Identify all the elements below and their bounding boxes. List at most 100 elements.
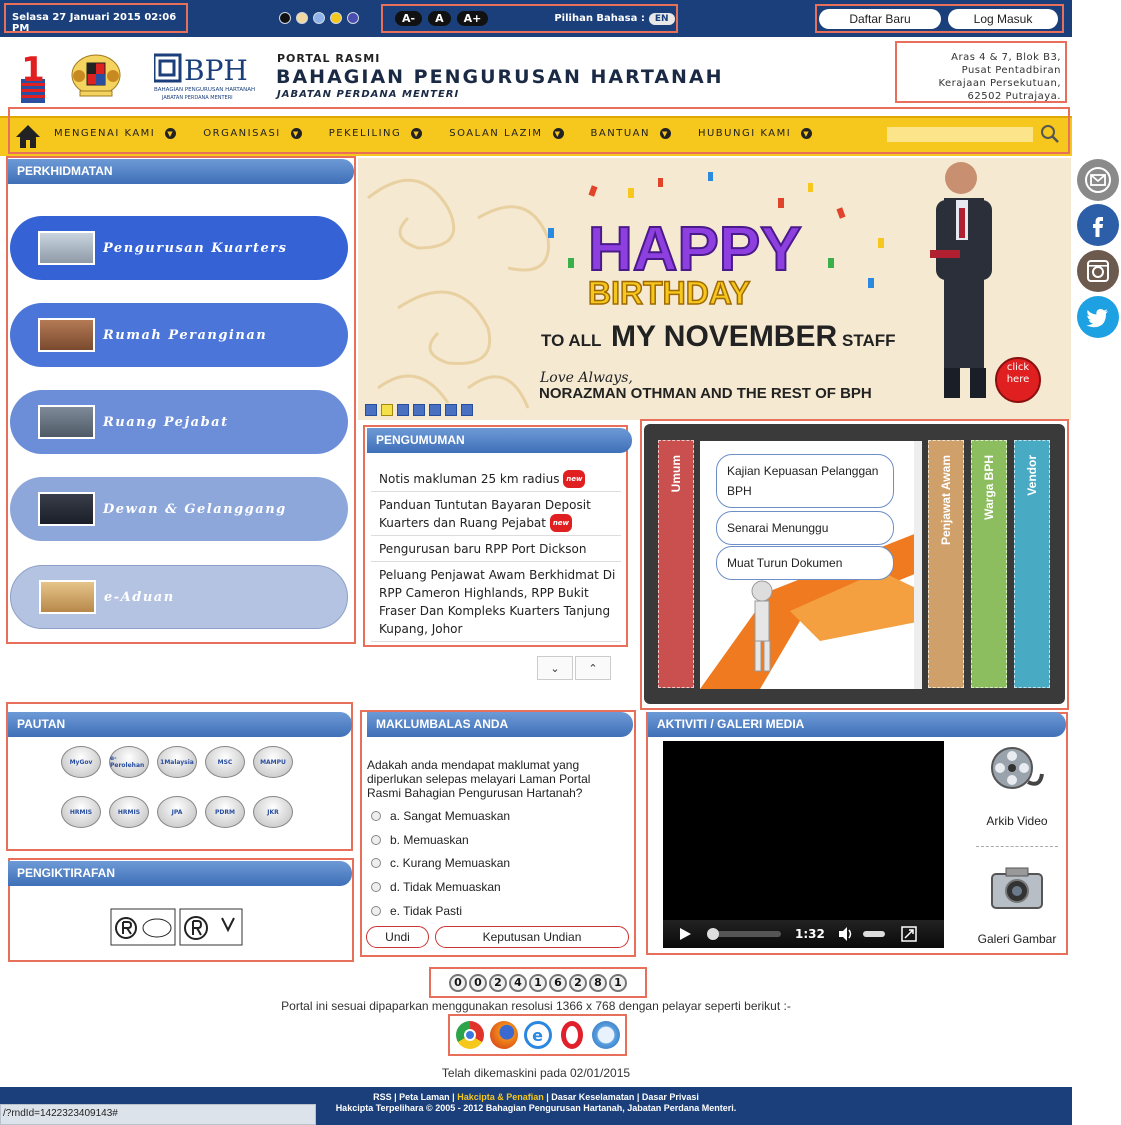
photo-gallery-link[interactable]: Galeri Gambar <box>975 932 1059 946</box>
font-decrease-button[interactable]: A- <box>395 11 423 26</box>
poll-results-button[interactable]: Keputusan Undian <box>435 926 629 948</box>
chevron-down-icon: ▼ <box>552 128 564 139</box>
government-crest-logo <box>71 54 121 97</box>
nav-item-hubungi-kami[interactable]: HUBUNGI KAMI ▼ <box>698 128 813 139</box>
home-icon[interactable] <box>14 123 42 149</box>
search-input[interactable] <box>887 127 1033 142</box>
footer-link-copyright[interactable]: Hakcipta & Penafian <box>457 1092 544 1102</box>
feedback-option-c[interactable]: c. Kurang Memuaskan <box>371 856 510 870</box>
theme-color-yellow[interactable] <box>330 12 342 24</box>
footer-link-rss[interactable]: RSS <box>373 1092 392 1102</box>
tab-label: Umum <box>669 455 683 493</box>
recognition-heading: PENGIKTIRAFAN <box>8 861 352 886</box>
vote-button[interactable]: Undi <box>366 926 429 948</box>
font-normal-button[interactable]: A <box>428 11 451 26</box>
link-badge-hrmis[interactable]: HRMIS <box>61 796 101 828</box>
search-icon[interactable] <box>1040 124 1060 144</box>
theme-color-lightblue[interactable] <box>313 12 325 24</box>
link-badge-1malaysia[interactable]: 1Malaysia <box>157 746 197 778</box>
link-badge-mygov[interactable]: MyGov <box>61 746 101 778</box>
banner-love-text: Love Always, <box>539 370 633 386</box>
banner-dot-active[interactable] <box>381 404 393 416</box>
nav-item-organisasi[interactable]: ORGANISASI ▼ <box>203 128 302 139</box>
video-player[interactable] <box>663 741 944 948</box>
announcement-item[interactable]: Notis makluman 25 km radius new <box>371 466 621 492</box>
language-select[interactable]: EN <box>648 12 675 25</box>
radio-button[interactable] <box>371 835 381 845</box>
radio-button[interactable] <box>371 906 381 916</box>
fullscreen-icon[interactable] <box>901 926 917 942</box>
footer-link-privacy[interactable]: Dasar Privasi <box>642 1092 699 1102</box>
banner-dot[interactable] <box>365 404 377 416</box>
muat-turun-dokumen-button[interactable]: Muat Turun Dokumen <box>716 546 894 580</box>
tab-warga-bph[interactable]: Warga BPH <box>971 440 1007 688</box>
nav-item-label: ORGANISASI <box>203 128 281 139</box>
twitter-icon[interactable] <box>1077 296 1119 338</box>
camera-icon[interactable] <box>990 864 1044 912</box>
senarai-menunggu-button[interactable]: Senarai Menunggu <box>716 511 894 545</box>
announcement-item[interactable]: Panduan Tuntutan Bayaran Deposit Kuarter… <box>371 492 621 536</box>
link-badge-mampu[interactable]: MAMPU <box>253 746 293 778</box>
nav-item-pekeliling[interactable]: PEKELILING ▼ <box>329 128 423 139</box>
radio-button[interactable] <box>371 811 381 821</box>
banner-dot[interactable] <box>461 404 473 416</box>
video-archive-link[interactable]: Arkib Video <box>975 814 1059 828</box>
nav-item-soalan-lazim[interactable]: SOALAN LAZIM ▼ <box>449 128 564 139</box>
announcements-heading: PENGUMUMAN <box>367 428 632 453</box>
feedback-option-d[interactable]: d. Tidak Memuaskan <box>371 880 501 894</box>
email-icon[interactable] <box>1077 159 1119 201</box>
instagram-icon[interactable] <box>1077 250 1119 292</box>
kajian-kepuasan-button[interactable]: Kajian Kepuasan Pelanggan BPH <box>716 454 894 508</box>
banner-dot[interactable] <box>445 404 457 416</box>
link-badge-jpa[interactable]: JPA <box>157 796 197 828</box>
footer-link-sitemap[interactable]: Peta Laman <box>399 1092 450 1102</box>
service-ruang-pejabat[interactable]: Ruang Pejabat <box>10 390 348 454</box>
link-badge-eperolehan[interactable]: e-Perolehan <box>109 746 149 778</box>
footer-link-security[interactable]: Dasar Keselamatan <box>551 1092 634 1102</box>
scroll-down-button[interactable]: ⌄ <box>537 656 573 680</box>
theme-color-black[interactable] <box>279 12 291 24</box>
facebook-icon[interactable] <box>1077 204 1119 246</box>
radio-button[interactable] <box>371 882 381 892</box>
tab-penjawat-awam[interactable]: Penjawat Awam <box>928 440 964 688</box>
feedback-option-b[interactable]: b. Memuaskan <box>371 833 469 847</box>
service-dewan-gelanggang[interactable]: Dewan & Gelanggang <box>10 477 348 541</box>
feedback-option-a[interactable]: a. Sangat Memuaskan <box>371 809 510 823</box>
volume-icon[interactable] <box>837 926 855 942</box>
announcement-item[interactable]: Peluang Penjawat Awam Berkhidmat Di RPP … <box>371 562 621 642</box>
scroll-up-button[interactable]: ⌃ <box>575 656 611 680</box>
birthday-banner[interactable]: HAPPY BIRTHDAY TO ALL MY NOVEMBER STAFF … <box>358 158 1071 420</box>
banner-dot[interactable] <box>429 404 441 416</box>
media-divider <box>976 846 1058 847</box>
banner-dot[interactable] <box>397 404 409 416</box>
announcement-item[interactable]: Pengurusan baru RPP Port Dickson <box>371 536 621 562</box>
theme-color-purple[interactable] <box>347 12 359 24</box>
film-reel-icon[interactable] <box>990 744 1044 796</box>
nav-item-mengenai-kami[interactable]: MENGENAI KAMI ▼ <box>54 128 177 139</box>
links-heading: PAUTAN <box>8 712 352 737</box>
play-icon[interactable] <box>677 926 693 942</box>
font-increase-button[interactable]: A+ <box>456 11 489 26</box>
nav-item-bantuan[interactable]: BANTUAN ▼ <box>591 128 671 139</box>
bph-logo-subtitle-1: BAHAGIAN PENGURUSAN HARTANAH <box>154 87 255 93</box>
banner-dot[interactable] <box>413 404 425 416</box>
radio-button[interactable] <box>371 858 381 868</box>
link-badge-jkr[interactable]: JKR <box>253 796 293 828</box>
volume-slider[interactable] <box>862 931 885 937</box>
banner-month-text: MY NOVEMBER <box>611 320 837 353</box>
link-badge-pdrm[interactable]: PDRM <box>205 796 245 828</box>
service-rumah-peranginan[interactable]: Rumah Peranginan <box>10 303 348 367</box>
feedback-option-e[interactable]: e. Tidak Pasti <box>371 904 462 918</box>
tab-vendor[interactable]: Vendor <box>1014 440 1050 688</box>
link-badge-msc[interactable]: MSC <box>205 746 245 778</box>
video-progress-handle[interactable] <box>707 928 719 940</box>
tab-umum[interactable]: Umum <box>658 440 694 688</box>
theme-color-beige[interactable] <box>296 12 308 24</box>
service-pengurusan-kuarters[interactable]: Pengurusan Kuarters <box>10 216 348 280</box>
service-e-aduan[interactable]: e-Aduan <box>10 565 348 629</box>
login-button[interactable]: Log Masuk <box>948 8 1058 29</box>
link-badge-hrmis-2[interactable]: HRMIS <box>109 796 149 828</box>
video-progress-bar[interactable] <box>707 928 781 940</box>
service-label: Rumah Peranginan <box>103 327 268 343</box>
register-button[interactable]: Daftar Baru <box>819 8 941 29</box>
